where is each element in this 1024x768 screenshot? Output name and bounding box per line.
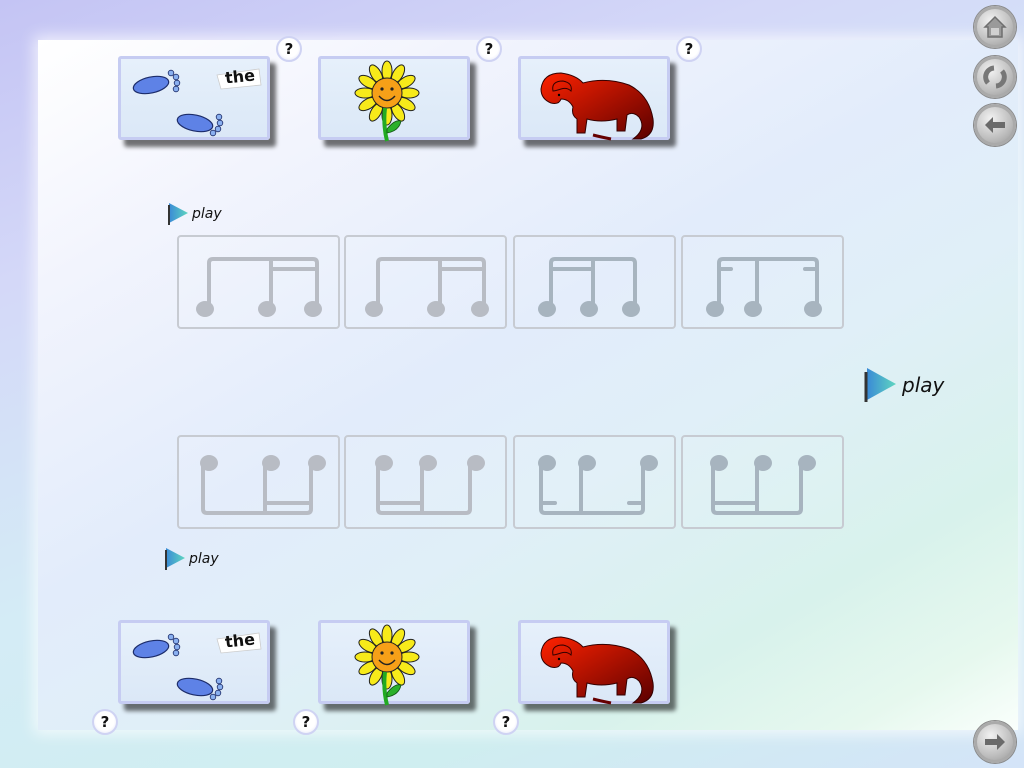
next-button[interactable] <box>974 721 1016 763</box>
play-icon <box>864 368 896 402</box>
rhythm-card[interactable] <box>513 235 676 329</box>
dinosaur-icon <box>540 636 654 705</box>
rhythm-card[interactable] <box>177 235 340 329</box>
picture-card-dinosaur-bottom[interactable] <box>518 620 670 705</box>
play-label: play <box>902 373 945 397</box>
help-button[interactable]: ? <box>476 36 502 62</box>
home-button[interactable] <box>974 6 1016 48</box>
reload-button[interactable] <box>974 56 1016 98</box>
card-word: the <box>224 65 256 88</box>
rhythm-card[interactable] <box>177 435 340 529</box>
sunflower-icon <box>354 60 420 142</box>
rhythm-card[interactable] <box>681 235 844 329</box>
arrow-right-icon <box>985 734 1005 750</box>
rhythm-card[interactable] <box>681 435 844 529</box>
picture-card-footprints-bottom[interactable]: the <box>118 620 270 704</box>
back-button[interactable] <box>974 104 1016 146</box>
help-button[interactable]: ? <box>676 36 702 62</box>
rhythm-notation-icon <box>710 455 816 515</box>
dinosaur-icon <box>540 72 654 141</box>
picture-card-dinosaur-top[interactable] <box>518 56 670 141</box>
help-button[interactable]: ? <box>92 709 118 735</box>
rhythm-notation-icon <box>538 257 640 317</box>
play-label: play <box>189 551 219 567</box>
picture-card-footprints-top[interactable]: the <box>118 56 270 140</box>
rhythm-notation-icon <box>365 257 489 317</box>
play-label: play <box>192 206 222 222</box>
rhythm-notation-icon <box>196 257 322 317</box>
picture-card-sunflower-bottom[interactable] <box>318 620 470 706</box>
sunflower-icon <box>354 624 420 706</box>
play-icon <box>168 203 188 225</box>
reload-icon <box>983 65 1007 89</box>
play-button-top[interactable]: play <box>166 201 222 227</box>
rhythm-notation-icon <box>200 455 326 515</box>
help-button[interactable]: ? <box>293 709 319 735</box>
play-icon <box>165 548 185 570</box>
card-word: the <box>224 629 256 652</box>
rhythm-card[interactable] <box>344 435 507 529</box>
rhythm-notation-icon <box>375 455 485 515</box>
home-icon <box>983 15 1007 38</box>
rhythm-notation-icon <box>706 257 822 317</box>
rhythm-notation-icon <box>538 455 658 515</box>
play-button-bottom[interactable]: play <box>163 546 219 572</box>
play-button-center[interactable]: play <box>862 366 944 404</box>
help-button[interactable]: ? <box>493 709 519 735</box>
rhythm-card[interactable] <box>513 435 676 529</box>
help-button[interactable]: ? <box>276 36 302 62</box>
arrow-left-icon <box>985 117 1005 133</box>
picture-card-sunflower-top[interactable] <box>318 56 470 142</box>
rhythm-card[interactable] <box>344 235 507 329</box>
